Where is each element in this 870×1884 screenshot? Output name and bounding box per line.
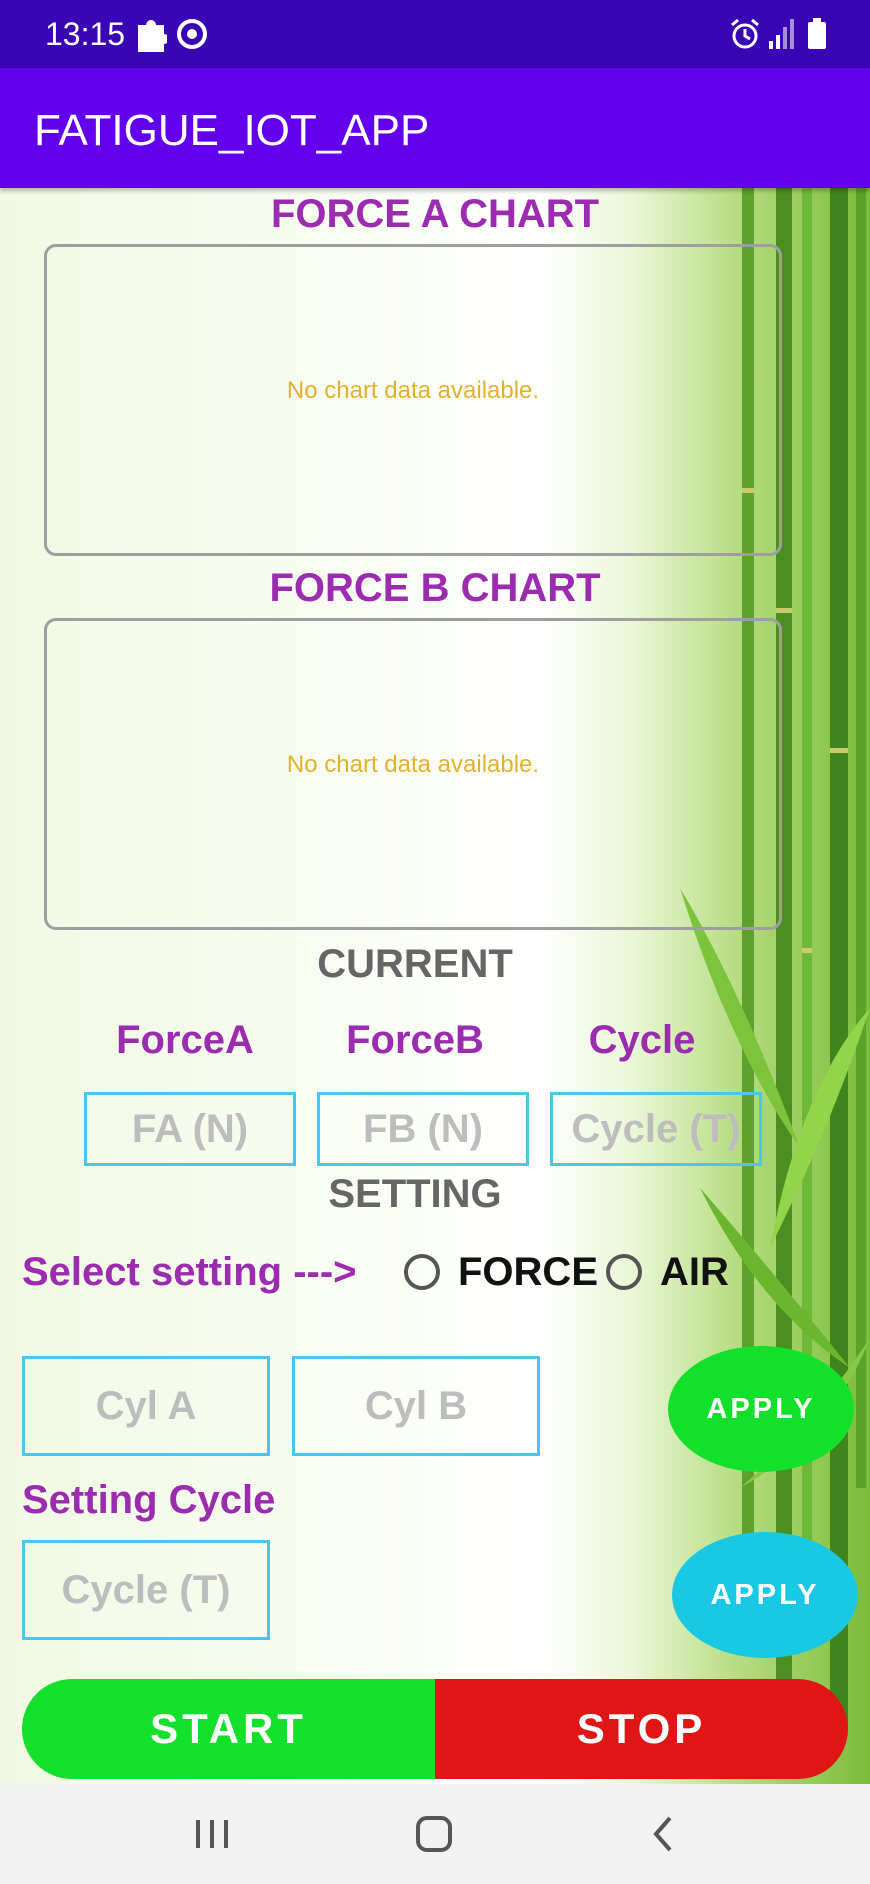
setting-cycle-input[interactable]: Cycle (T) [22, 1540, 270, 1640]
navigation-bar [0, 1784, 870, 1884]
force-b-chart: No chart data available. [44, 618, 782, 930]
app-bar: FATIGUE_IOT_APP [0, 68, 870, 188]
force-a-no-data-text: No chart data available. [286, 377, 540, 404]
home-icon[interactable] [414, 1814, 454, 1854]
status-time: 13:15 [45, 16, 126, 52]
force-radio[interactable] [404, 1254, 440, 1290]
select-setting-label: Select setting ---> [22, 1250, 357, 1294]
signal-icon [769, 19, 794, 49]
cycle-label: Cycle [588, 1018, 696, 1062]
alarm-icon [731, 18, 759, 49]
force-a-label: ForceA [116, 1018, 254, 1062]
cyl-b-input[interactable]: Cyl B [292, 1356, 540, 1456]
force-a-chart-title: FORCE A CHART [270, 192, 600, 236]
status-bar: 13:15 [0, 0, 870, 68]
start-button[interactable]: START [22, 1679, 435, 1779]
setting-section-title: SETTING [328, 1172, 502, 1216]
cycle-value-field[interactable]: Cycle (T) [550, 1092, 762, 1166]
force-radio-label[interactable]: FORCE [458, 1250, 598, 1295]
apply-force-button[interactable]: APPLY [668, 1346, 854, 1472]
force-b-no-data-text: No chart data available. [286, 751, 540, 778]
air-radio-label[interactable]: AIR [660, 1250, 729, 1295]
apply-cycle-button[interactable]: APPLY [672, 1532, 858, 1658]
current-section-title: CURRENT [317, 942, 513, 986]
start-stop-bar: START STOP [22, 1679, 848, 1779]
force-a-chart: No chart data available. [44, 244, 782, 556]
back-icon[interactable] [648, 1814, 678, 1854]
app-title: FATIGUE_IOT_APP [34, 106, 430, 155]
air-radio[interactable] [606, 1254, 642, 1290]
force-b-label: ForceB [346, 1018, 484, 1062]
force-b-value-field[interactable]: FB (N) [317, 1092, 529, 1166]
recent-apps-icon[interactable] [192, 1816, 232, 1852]
setting-cycle-label: Setting Cycle [22, 1478, 276, 1522]
cyl-a-input[interactable]: Cyl A [22, 1356, 270, 1456]
battery-icon [808, 18, 826, 49]
stop-button[interactable]: STOP [435, 1679, 848, 1779]
puzzle-icon [138, 20, 167, 52]
shutter-icon [177, 19, 207, 49]
force-a-value-field[interactable]: FA (N) [84, 1092, 296, 1166]
force-b-chart-title: FORCE B CHART [269, 566, 601, 610]
main-content: FORCE A CHART No chart data available. F… [0, 188, 870, 1784]
